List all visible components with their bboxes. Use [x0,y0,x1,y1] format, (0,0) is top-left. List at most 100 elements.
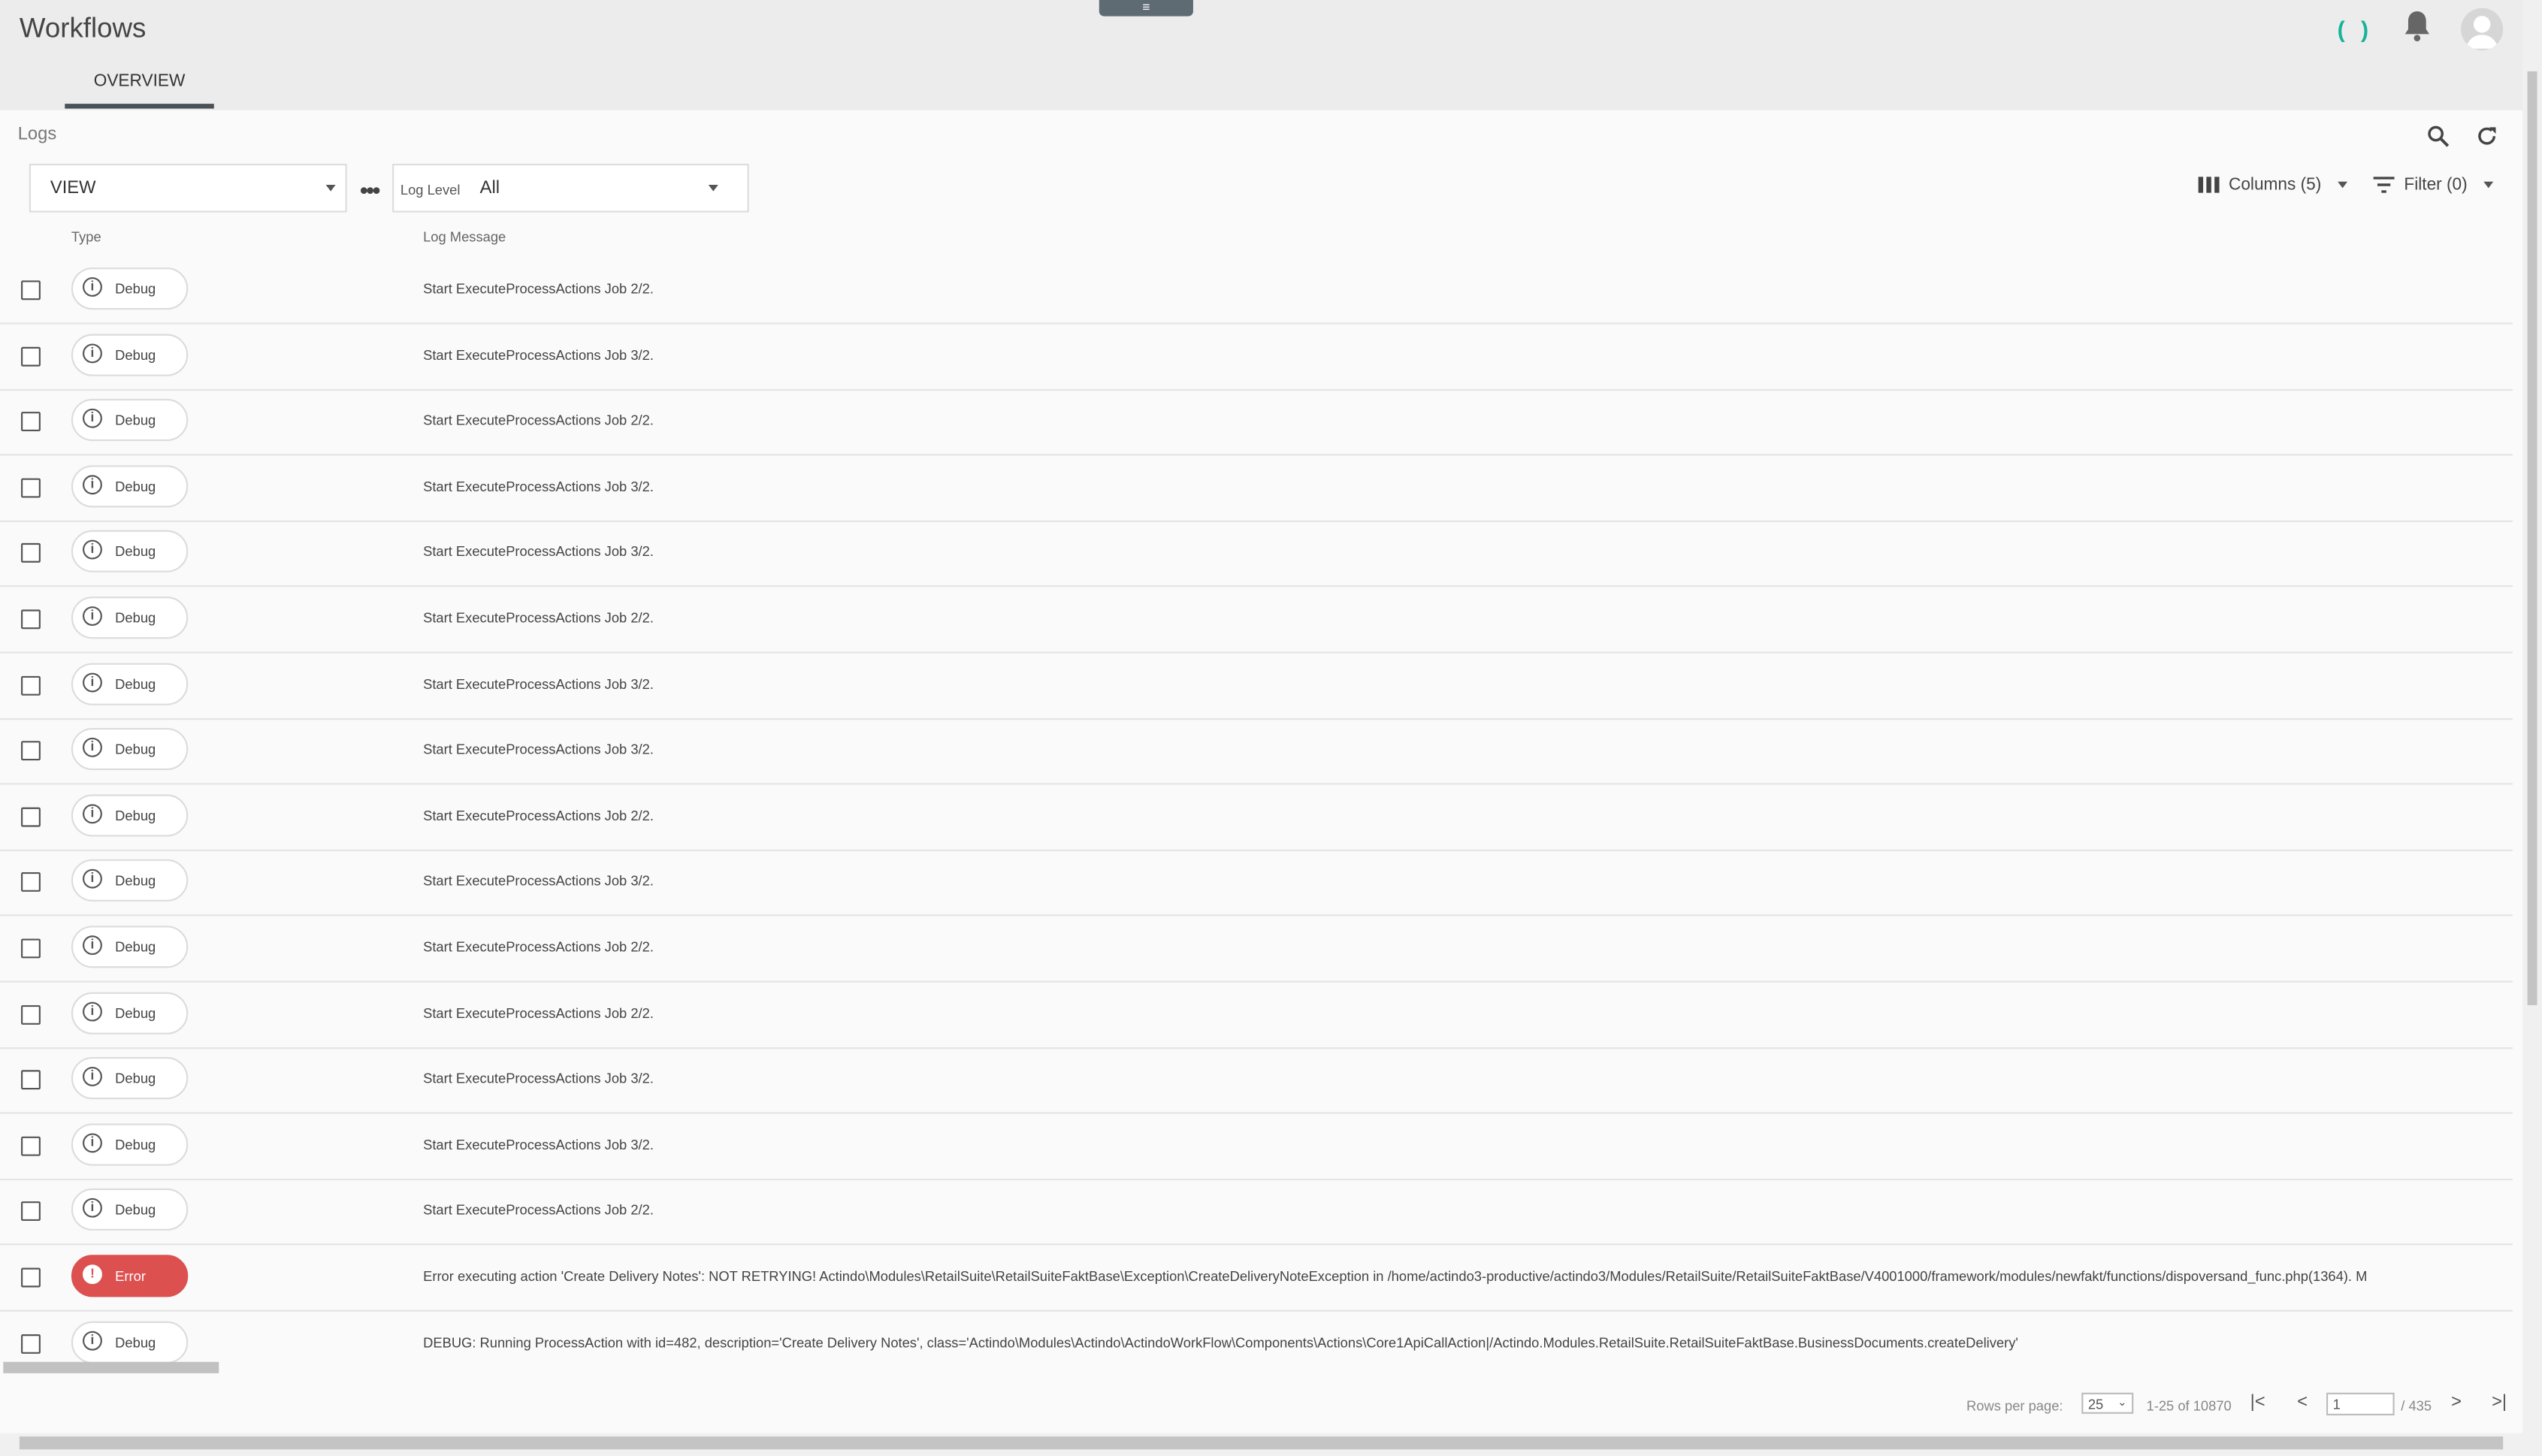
info-icon: i [83,540,102,560]
top-bar: Workflows ≡ OVERVIEW ( ) [0,0,2523,112]
type-label: Debug [115,807,156,823]
info-icon: i [83,1001,102,1021]
log-message: Start ExecuteProcessActions Job 3/2. [423,741,654,758]
log-message: Start ExecuteProcessActions Job 3/2. [423,872,654,890]
type-label: Debug [115,609,156,626]
last-page-icon[interactable]: >| [2492,1393,2507,1412]
tab-active-indicator [65,104,214,109]
table-row[interactable]: i Debug Start ExecuteProcessActions Job 3/… [0,718,2513,785]
type-label: Debug [115,872,156,890]
type-badge: i Debug [71,728,189,771]
type-badge: i Debug [71,926,189,968]
first-page-icon[interactable]: |< [2250,1393,2265,1412]
rows-per-page-value: 25 [2087,1396,2104,1412]
log-message: Start ExecuteProcessActions Job 2/2. [423,1004,654,1021]
type-label: Debug [115,1136,156,1152]
row-checkbox[interactable] [21,938,41,959]
table-row[interactable]: i Debug Start ExecuteProcessActions Job 2/… [0,587,2513,654]
avatar[interactable] [2461,8,2504,50]
table-row[interactable]: i Debug Start ExecuteProcessActions Job 3/… [0,455,2513,522]
type-badge: i Debug [71,793,189,837]
rows-per-page-select[interactable]: 25 ⌄ [2081,1392,2134,1414]
table-row[interactable]: i Debug Start ExecuteProcessActions Job 2/… [0,916,2513,983]
error-icon: ! [83,1264,102,1285]
sync-status-icon[interactable]: ( ) [2338,17,2374,43]
row-checkbox[interactable] [21,1267,41,1288]
menu-handle[interactable]: ≡ [1099,0,1193,17]
table-row[interactable]: i Debug Start ExecuteProcessActions Job 3/… [0,324,2513,391]
type-badge: i Debug [71,859,189,902]
refresh-icon[interactable] [2474,123,2500,150]
tab-overview[interactable]: OVERVIEW [65,65,214,109]
table-row[interactable]: i Debug Start ExecuteProcessActions Job 3/… [0,1047,2513,1114]
type-label: Debug [115,280,156,297]
row-checkbox[interactable] [21,1136,41,1156]
column-header-message[interactable]: Log Message [423,228,506,245]
log-message: Start ExecuteProcessActions Job 3/2. [423,1136,654,1152]
prev-page-icon[interactable]: < [2297,1393,2308,1412]
table-row[interactable]: i Debug Start ExecuteProcessActions Job 2/… [0,258,2513,325]
row-checkbox[interactable] [21,1070,41,1090]
table-row[interactable]: i Debug Start ExecuteProcessActions Job 2/… [0,982,2513,1049]
info-icon: i [83,869,102,890]
row-checkbox[interactable] [21,280,41,301]
row-checkbox[interactable] [21,675,41,695]
table-row[interactable]: ! Error Error executing action 'Create Del… [0,1245,2513,1312]
info-icon: i [83,606,102,626]
type-label: Debug [115,741,156,758]
bell-icon[interactable] [2402,9,2432,50]
table-toolbar: Columns (5) Filter (0) [2197,175,2494,195]
table-row[interactable]: i Debug DEBUG: Running ProcessAction with … [0,1311,2513,1373]
row-checkbox[interactable] [21,741,41,761]
row-checkbox[interactable] [21,807,41,827]
columns-icon [2197,177,2220,193]
columns-button[interactable]: Columns (5) [2197,175,2347,195]
row-checkbox[interactable] [21,543,41,563]
row-checkbox[interactable] [21,346,41,366]
info-icon: i [83,738,102,758]
horizontal-scrollbar-thumb[interactable] [19,1436,2504,1450]
table-row[interactable]: i Debug Start ExecuteProcessActions Job 2/… [0,784,2513,851]
table-row[interactable]: i Debug Start ExecuteProcessActions Job 3/… [0,1113,2513,1180]
row-checkbox[interactable] [21,872,41,893]
filter-icon [2373,177,2395,193]
row-checkbox[interactable] [21,1201,41,1222]
app-window: Workflows ≡ OVERVIEW ( ) Logs VIEW ••• L… [0,0,2542,1456]
log-message: DEBUG: Running ProcessAction with id=482… [423,1334,2018,1350]
vertical-scrollbar[interactable] [2522,55,2542,1436]
type-label: Debug [115,1004,156,1021]
row-checkbox[interactable] [21,1004,41,1024]
vertical-scrollbar-thumb[interactable] [2527,71,2537,1005]
page-number-input[interactable]: 1 [2326,1392,2395,1415]
chevron-down-icon [325,185,336,192]
horizontal-scrollbar[interactable] [0,1433,2523,1453]
table-row[interactable]: i Debug Start ExecuteProcessActions Job 3/… [0,521,2513,588]
log-message: Start ExecuteProcessActions Job 2/2. [423,807,654,823]
type-label: Debug [115,412,156,429]
table-horizontal-scrollbar[interactable] [3,1361,219,1373]
row-checkbox[interactable] [21,1334,41,1354]
table-row[interactable]: i Debug Start ExecuteProcessActions Job 2/… [0,1180,2513,1246]
view-select-value: VIEW [50,178,96,198]
type-badge: i Debug [71,991,189,1034]
top-right-actions: ( ) [2338,8,2504,50]
next-page-icon[interactable]: > [2451,1393,2462,1412]
chevron-down-icon [2483,181,2494,189]
log-message: Start ExecuteProcessActions Job 3/2. [423,543,654,560]
table-row[interactable]: i Debug Start ExecuteProcessActions Job 2/… [0,389,2513,456]
filter-button[interactable]: Filter (0) [2373,175,2494,195]
log-level-select[interactable]: Log Level All [392,163,749,213]
type-badge: i Debug [71,1320,189,1364]
more-options-icon[interactable]: ••• [360,177,380,203]
pagination-range: 1-25 of 10870 [2146,1397,2232,1414]
type-badge: i Debug [71,1057,189,1100]
table-row[interactable]: i Debug Start ExecuteProcessActions Job 3/… [0,850,2513,917]
row-checkbox[interactable] [21,609,41,630]
column-header-type[interactable]: Type [71,228,101,245]
info-icon: i [83,277,102,297]
search-icon[interactable] [2426,123,2452,150]
view-select[interactable]: VIEW [29,163,347,213]
row-checkbox[interactable] [21,478,41,498]
table-row[interactable]: i Debug Start ExecuteProcessActions Job 3/… [0,653,2513,720]
row-checkbox[interactable] [21,412,41,432]
